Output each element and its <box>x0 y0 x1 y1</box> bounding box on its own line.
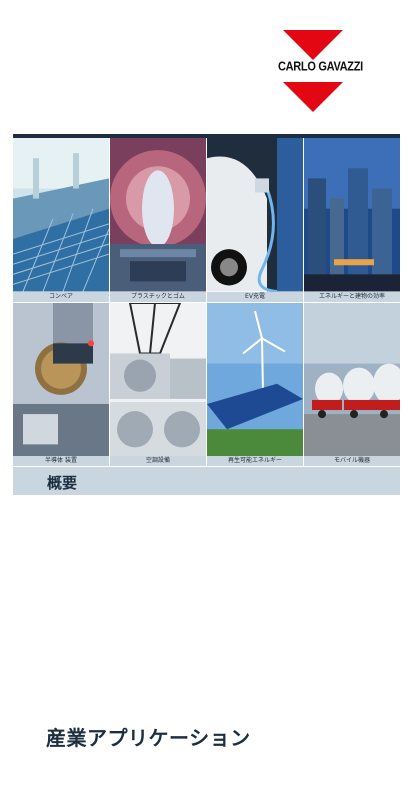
tile-conveyor: コンベア <box>13 138 109 302</box>
application-image-grid: コンベア プラスチックとゴム EV充電 エネルギーと建物の効率 半導体 装置 空… <box>13 138 400 466</box>
building-efficiency-image <box>304 138 400 292</box>
tile-semiconductor: 半導体 装置 <box>13 302 109 466</box>
tile-caption: EV充電 <box>207 291 303 302</box>
section-title: 概要 <box>47 474 78 492</box>
conveyor-image <box>13 138 109 292</box>
tile-plastic-rubber: プラスチックとゴム <box>110 138 206 302</box>
hvac-image <box>110 302 206 456</box>
tile-caption: 空調設備 <box>110 456 206 466</box>
overview-band: 概要 <box>13 467 400 495</box>
tile-building-efficiency: エネルギーと建物の効率 <box>304 138 400 302</box>
logo-text: CARLO GAVAZZI <box>278 60 363 74</box>
tile-caption: モバイル機器 <box>304 456 400 466</box>
tile-caption: プラスチックとゴム <box>110 291 206 302</box>
mobile-equipment-image <box>304 302 400 456</box>
tile-caption: エネルギーと建物の効率 <box>304 291 400 302</box>
tile-caption: 再生可能エネルギー <box>207 456 303 466</box>
tile-mobile-equipment: モバイル機器 <box>304 302 400 466</box>
renewable-energy-image <box>207 302 303 456</box>
tile-renewable-energy: 再生可能エネルギー <box>207 302 303 466</box>
tile-ev-charging: EV充電 <box>207 138 303 302</box>
tile-hvac: 空調設備 <box>110 302 206 466</box>
ev-charging-image <box>207 138 303 292</box>
semiconductor-image <box>13 302 109 456</box>
tile-caption: 半導体 装置 <box>13 456 109 466</box>
document-title: 産業アプリケーション <box>46 726 251 750</box>
tile-caption: コンベア <box>13 291 109 302</box>
plastic-rubber-image <box>110 138 206 292</box>
